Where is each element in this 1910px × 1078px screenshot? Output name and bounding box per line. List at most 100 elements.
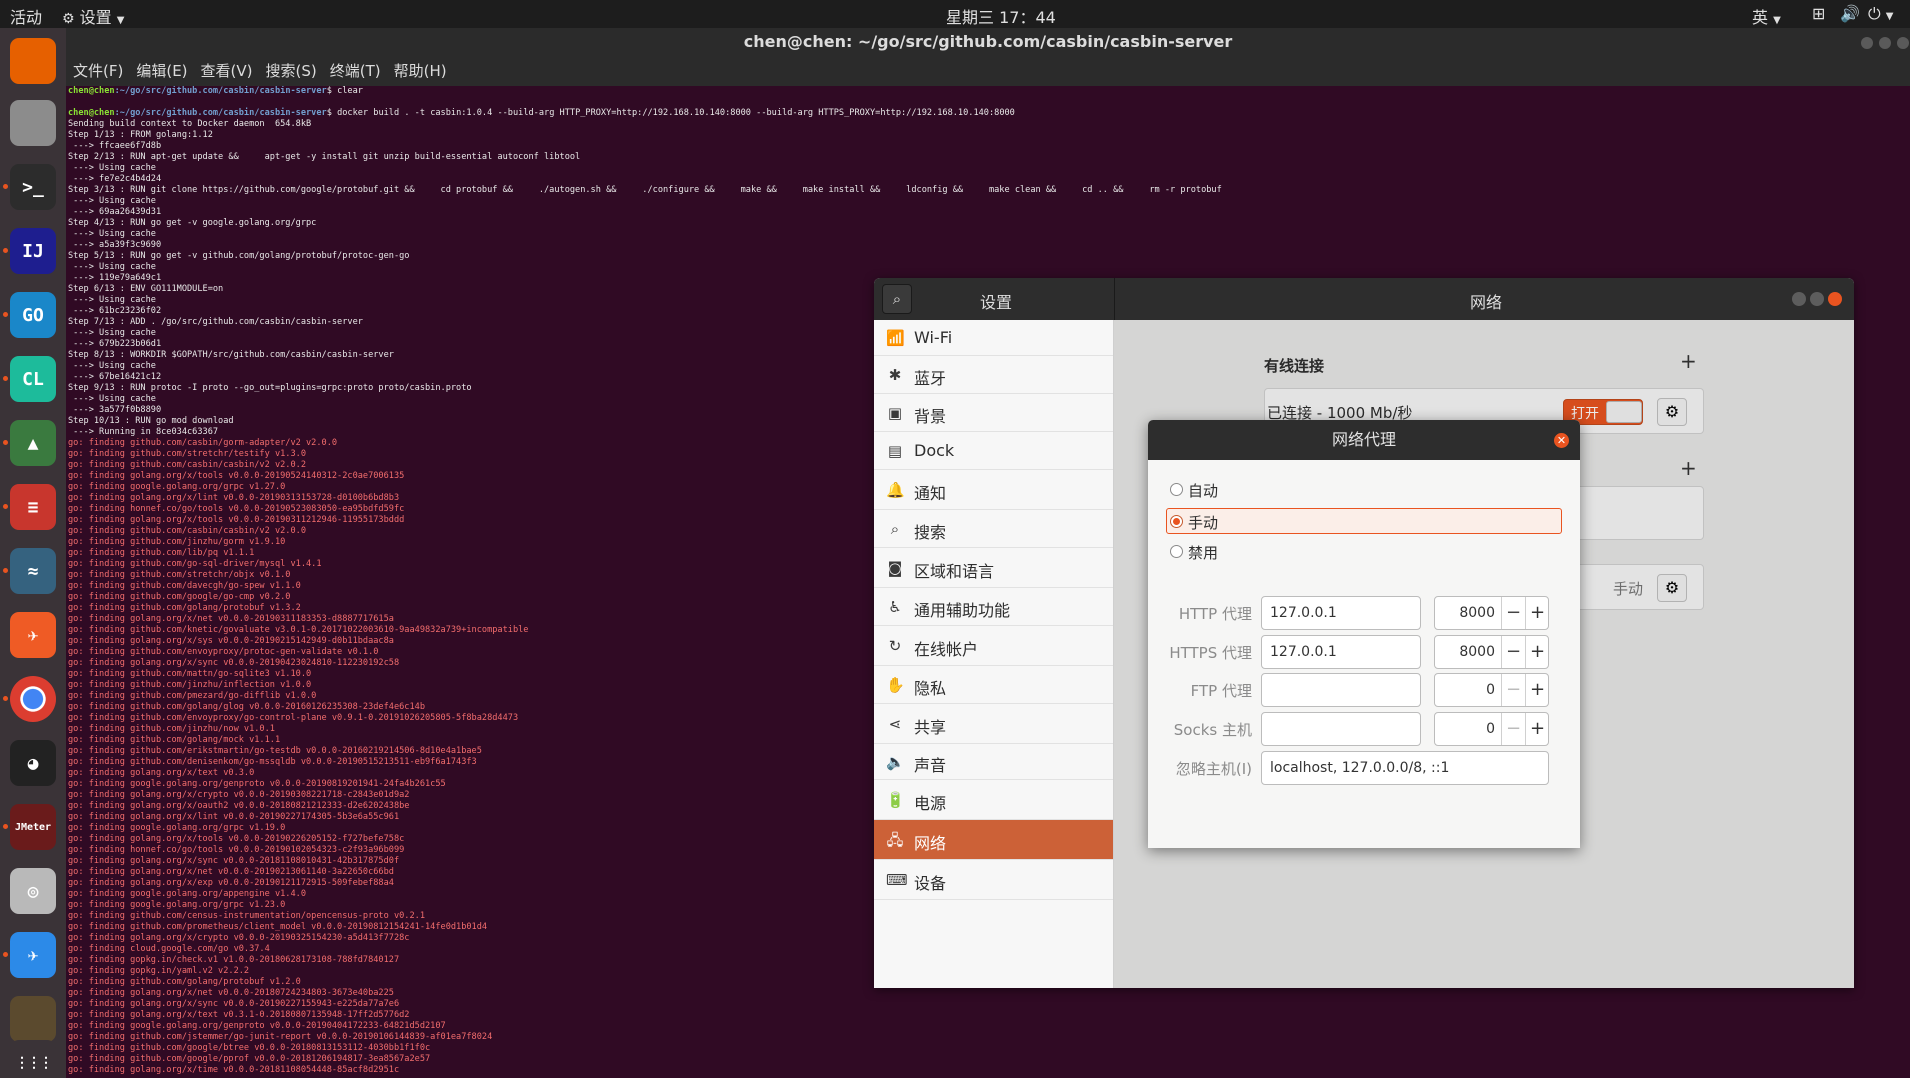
sidebar-item-7[interactable]: ♿ 通用辅助功能 <box>874 588 1113 626</box>
terminal-line: ---> 69aa26439d31 <box>68 207 162 217</box>
sidebar-item-4[interactable]: 🔔 通知 <box>874 470 1113 510</box>
volume-icon[interactable]: 🔊 <box>1840 4 1860 23</box>
proxy-host-input[interactable] <box>1261 712 1421 746</box>
proxy-host-input[interactable]: 127.0.0.1 <box>1261 635 1421 669</box>
proxy-host-input[interactable]: 127.0.0.1 <box>1261 596 1421 630</box>
rocket-icon[interactable]: ▲ <box>10 420 56 466</box>
ignore-hosts-input[interactable]: localhost, 127.0.0.0/8, ::1 <box>1261 751 1549 785</box>
sidebar-item-12[interactable]: 🔋 电源 <box>874 780 1113 820</box>
terminal-line: ---> Using cache <box>68 262 156 272</box>
minimize-button[interactable] <box>1861 37 1873 49</box>
search-button[interactable]: ⌕ <box>882 284 912 314</box>
proxy-port-value[interactable]: 8000 <box>1435 636 1501 668</box>
sidebar-item-9[interactable]: ✋ 隐私 <box>874 666 1113 704</box>
sidebar-item-11[interactable]: 🔈 声音 <box>874 744 1113 780</box>
proxy-port-stepper[interactable]: 8000− + <box>1434 635 1549 669</box>
power-icon[interactable]: ⏻ ▼ <box>1868 4 1893 24</box>
running-indicator <box>3 248 8 253</box>
sidebar-item-label: 区域和语言 <box>914 562 995 581</box>
input-method-label: 英 <box>1752 8 1769 27</box>
maximize-button[interactable] <box>1879 37 1891 49</box>
decrement-button[interactable]: − <box>1501 674 1525 706</box>
sidebar-item-6[interactable]: ◙ 区域和语言 <box>874 548 1113 588</box>
sidebar-item-1[interactable]: ✱ 蓝牙 <box>874 356 1113 394</box>
screenshot-icon[interactable]: ◎ <box>10 868 56 914</box>
proxy-host-input[interactable] <box>1261 673 1421 707</box>
sidebar-item-label: 在线帐户 <box>914 640 979 659</box>
increment-button[interactable]: + <box>1525 713 1549 745</box>
intellij-icon[interactable]: IJ <box>10 228 56 274</box>
sidebar-item-2[interactable]: ▣ 背景 <box>874 394 1113 432</box>
terminal-menu-item[interactable]: 文件(F) <box>73 56 123 86</box>
network-status-icon[interactable]: ⊞ <box>1812 4 1825 23</box>
chrome-icon[interactable] <box>10 676 56 722</box>
files-icon[interactable] <box>10 100 56 146</box>
deepin-icon[interactable]: ✈ <box>10 932 56 978</box>
sidebar-item-13[interactable]: 🖧 网络 <box>874 820 1113 860</box>
postman-icon[interactable]: ✈ <box>10 612 56 658</box>
proxy-port-value[interactable]: 0 <box>1435 713 1501 745</box>
decrement-button[interactable]: − <box>1501 597 1525 629</box>
proxy-port-stepper[interactable]: 0− + <box>1434 673 1549 707</box>
sidebar-item-14[interactable]: ⌨ 设备 <box>874 860 1113 900</box>
proxy-port-value[interactable]: 0 <box>1435 674 1501 706</box>
qq-icon[interactable]: ◕ <box>10 740 56 786</box>
sidebar-item-10[interactable]: ⋖ 共享 <box>874 704 1113 744</box>
sidebar-item-0[interactable]: 📶 Wi-Fi <box>874 320 1113 356</box>
decrement-button[interactable]: − <box>1501 713 1525 745</box>
increment-button[interactable]: + <box>1525 674 1549 706</box>
terminal-line: go: finding golang.org/x/time v0.0.0-201… <box>68 1065 400 1075</box>
sidebar-item-label: Dock <box>914 441 955 460</box>
radio-2[interactable] <box>1170 545 1183 558</box>
terminal-menu-item[interactable]: 查看(V) <box>201 56 253 86</box>
increment-button[interactable]: + <box>1525 597 1549 629</box>
goland-icon[interactable]: GO <box>10 292 56 338</box>
terminal-line: Step 2/13 : RUN apt-get update && apt-ge… <box>68 152 581 162</box>
maximize-button[interactable] <box>1810 292 1824 306</box>
proxy-port-stepper[interactable]: 0− + <box>1434 712 1549 746</box>
ignore-hosts-label: 忽略主机(I) <box>1175 760 1252 778</box>
radio-label[interactable]: 自动 <box>1188 480 1218 501</box>
prompt-path: :~/go/src/github.com/casbin/casbin-serve… <box>114 86 327 96</box>
radio-label[interactable]: 手动 <box>1188 512 1218 533</box>
jmeter-icon[interactable]: JMeter <box>10 804 56 850</box>
bluetooth-icon: ✱ <box>888 366 902 384</box>
sidebar-item-8[interactable]: ↻ 在线帐户 <box>874 626 1113 666</box>
sidebar-item-label: 共享 <box>914 718 947 737</box>
input-method[interactable]: 英 ▼ <box>1752 4 1781 28</box>
increment-button[interactable]: + <box>1525 636 1549 668</box>
running-indicator <box>3 952 8 957</box>
clock[interactable]: 星期三 17：44 <box>946 4 1056 28</box>
close-button[interactable] <box>1897 37 1909 49</box>
decrement-button[interactable]: − <box>1501 636 1525 668</box>
activities-button[interactable]: 活动 <box>10 4 42 28</box>
app-menu[interactable]: ⚙ 设置 ▼ <box>62 4 124 28</box>
search-icon: ⌕ <box>890 520 900 538</box>
terminal-menu-item[interactable]: 帮助(H) <box>394 56 447 86</box>
redis-icon[interactable]: ≡ <box>10 484 56 530</box>
terminal-menu-item[interactable]: 搜索(S) <box>266 56 317 86</box>
terminal-menu-item[interactable]: 编辑(E) <box>136 56 187 86</box>
notes-icon[interactable] <box>10 996 56 1042</box>
terminal-icon[interactable]: >_ <box>10 164 56 210</box>
sidebar-item-5[interactable]: ⌕ 搜索 <box>874 510 1113 548</box>
firefox-icon[interactable] <box>10 38 56 84</box>
mysql-workbench-icon[interactable]: ≈ <box>10 548 56 594</box>
terminal-line: go: finding google.golang.org/genproto v… <box>68 1021 446 1031</box>
terminal-line: go: finding golang.org/x/sync v0.0.0-201… <box>68 999 400 1009</box>
minimize-button[interactable] <box>1792 292 1806 306</box>
radio-label[interactable]: 禁用 <box>1188 542 1218 563</box>
proxy-port-value[interactable]: 8000 <box>1435 597 1501 629</box>
close-button[interactable] <box>1828 292 1842 306</box>
terminal-menu-item[interactable]: 终端(T) <box>330 56 381 86</box>
terminal-line: go: finding github.com/google/pprof v0.0… <box>68 1054 431 1064</box>
clion-icon[interactable]: CL <box>10 356 56 402</box>
close-button[interactable]: ✕ <box>1554 433 1569 448</box>
sidebar-item-label: 电源 <box>914 794 947 813</box>
radio-0[interactable] <box>1170 483 1183 496</box>
show-apps-icon[interactable]: ⋮⋮⋮ <box>10 1040 56 1078</box>
radio-1[interactable] <box>1170 515 1183 528</box>
terminal-line: Step 4/13 : RUN go get -v google.golang.… <box>68 218 317 228</box>
proxy-port-stepper[interactable]: 8000− + <box>1434 596 1549 630</box>
sidebar-item-3[interactable]: ▤ Dock <box>874 432 1113 470</box>
